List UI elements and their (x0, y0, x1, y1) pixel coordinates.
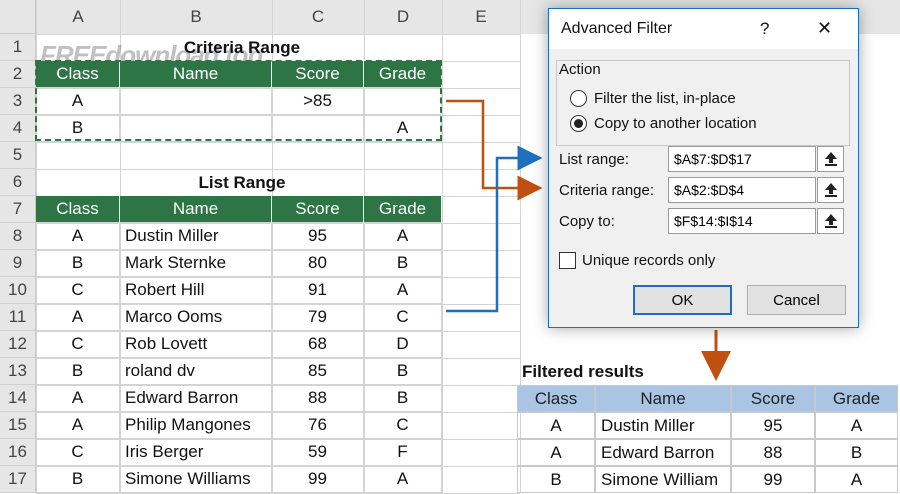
copy-to-input[interactable]: $F$14:$I$14 (668, 208, 816, 234)
criteria-arrow (446, 99, 543, 201)
criteria-range-label: Criteria range: (559, 182, 655, 199)
dialog-title: Advanced Filter (561, 20, 673, 37)
copy-to-location-label[interactable]: Copy to another location (594, 115, 757, 132)
unique-records-checkbox[interactable] (559, 252, 576, 269)
list-range-input[interactable]: $A$7:$D$17 (668, 146, 816, 172)
collapse-arrow-icon (824, 152, 837, 166)
ok-button[interactable]: OK (633, 285, 732, 315)
copy-to-label: Copy to: (559, 213, 615, 230)
help-icon[interactable]: ? (760, 19, 769, 39)
criteria-range-collapse-button[interactable] (817, 177, 844, 203)
filter-in-place-radio[interactable] (570, 90, 587, 107)
close-icon[interactable]: ✕ (817, 18, 832, 39)
collapse-arrow-icon (824, 183, 837, 197)
copy-to-location-radio[interactable] (570, 115, 587, 132)
list-range-label: List range: (559, 151, 630, 168)
copy-to-collapse-button[interactable] (817, 208, 844, 234)
filter-in-place-label[interactable]: Filter the list, in-place (594, 90, 736, 107)
advanced-filter-dialog: Advanced Filter ? ✕ Action Filter the li… (548, 8, 859, 328)
list-range-collapse-button[interactable] (817, 146, 844, 172)
action-label: Action (559, 61, 601, 78)
collapse-arrow-icon (824, 214, 837, 228)
unique-records-label[interactable]: Unique records only (582, 252, 715, 269)
cancel-button[interactable]: Cancel (747, 285, 846, 315)
criteria-range-input[interactable]: $A$2:$D$4 (668, 177, 816, 203)
list-arrow (446, 145, 543, 313)
dialog-title-bar[interactable]: Advanced Filter ? ✕ (549, 9, 858, 49)
